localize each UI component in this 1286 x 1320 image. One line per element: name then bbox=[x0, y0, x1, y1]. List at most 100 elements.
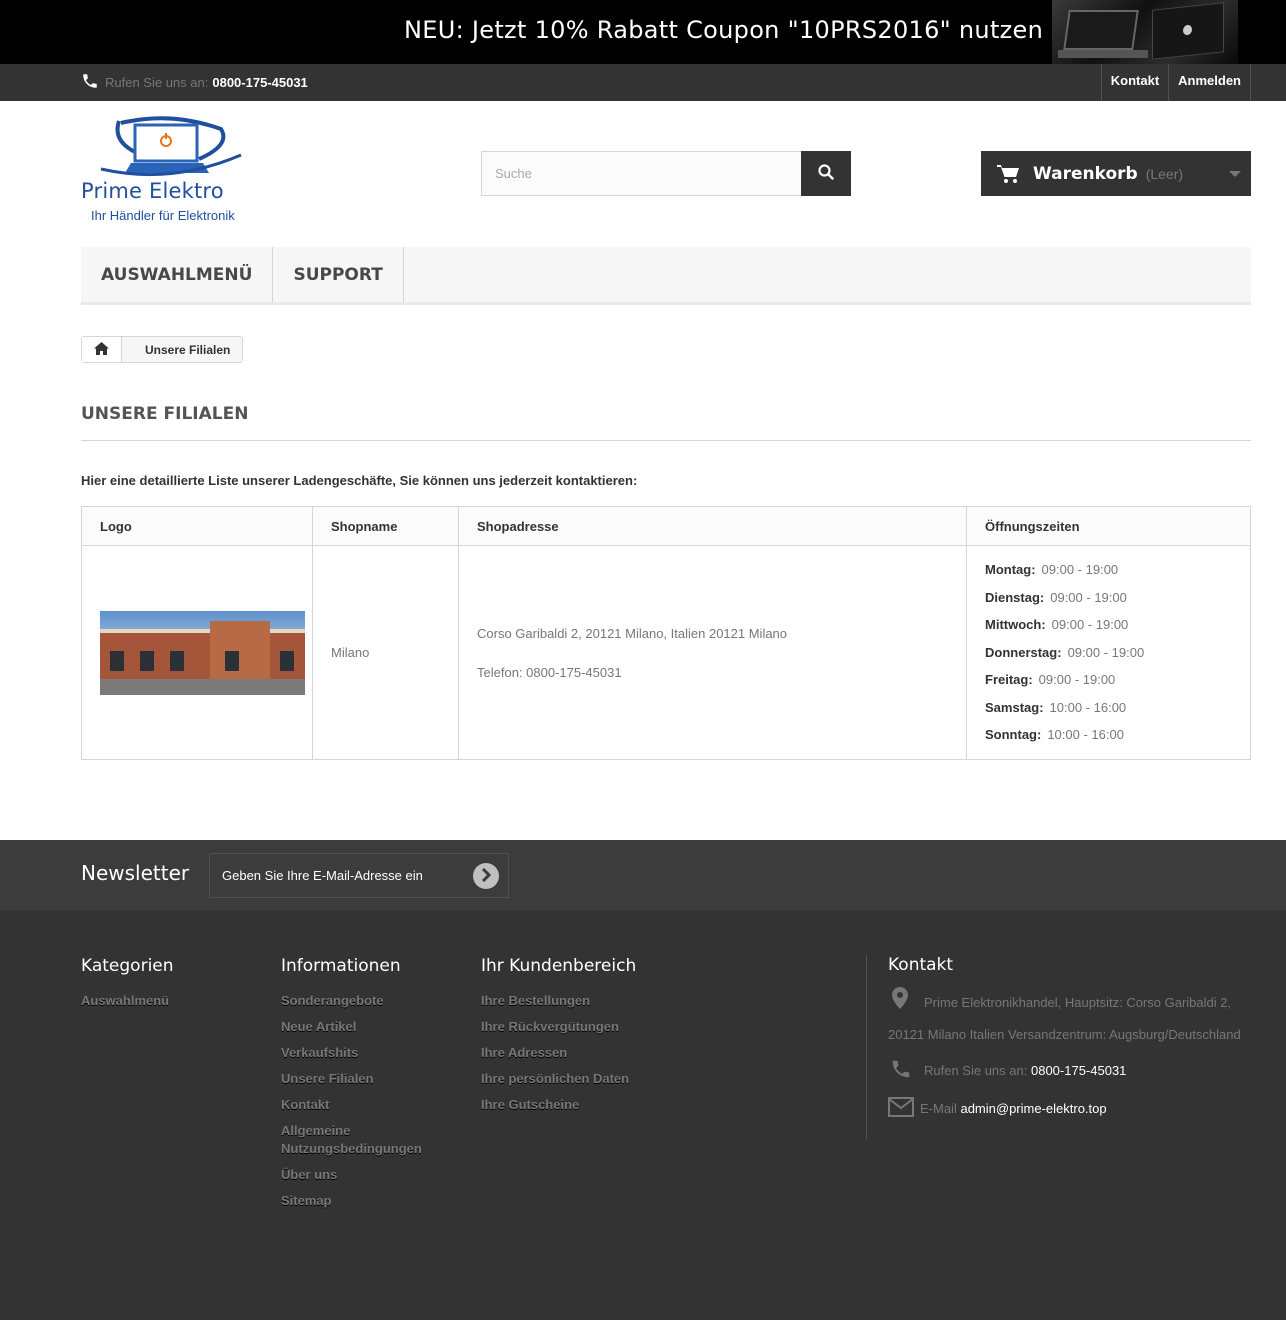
monitor-logo-icon bbox=[100, 116, 242, 177]
home-icon bbox=[94, 341, 109, 358]
map-marker-icon bbox=[888, 987, 924, 1020]
hours-day: Freitag: bbox=[985, 672, 1033, 688]
footer-link[interactable]: Unsere Filialen bbox=[281, 1066, 431, 1092]
column-header-logo: Logo bbox=[81, 506, 313, 546]
hours-day: Sonntag: bbox=[985, 727, 1042, 743]
footer-link[interactable]: Allgemeine Nutzungsbedingungen bbox=[281, 1118, 431, 1162]
page-title: UNSERE FILIALEN bbox=[81, 404, 249, 424]
hours-day: Montag: bbox=[985, 561, 1036, 577]
footer-information: Informationen Sonderangebote Neue Artike… bbox=[281, 956, 431, 1214]
top-nav: Rufen Sie uns an: 0800-175-45031 Kontakt… bbox=[0, 64, 1286, 101]
footer-phone: Rufen Sie uns an: 0800-175-45031 bbox=[888, 1058, 1246, 1083]
phone-icon bbox=[888, 1058, 924, 1083]
breadcrumb-current: Unsere Filialen bbox=[145, 342, 231, 357]
hours-row: Montag: 09:00 - 19:00 bbox=[985, 556, 1250, 584]
envelope-icon bbox=[888, 1097, 920, 1120]
footer-email-link[interactable]: admin@prime-elektro.top bbox=[960, 1101, 1106, 1116]
footer-email: E-Mail admin@prime-elektro.top bbox=[888, 1097, 1246, 1120]
promo-text: NEU: Jetzt 10% Rabatt Coupon "10PRS2016"… bbox=[404, 16, 1044, 44]
footer-link[interactable]: Sonderangebote bbox=[281, 988, 431, 1014]
footer-link[interactable]: Kontakt bbox=[281, 1092, 431, 1118]
hours-time: 09:00 - 19:00 bbox=[1067, 644, 1145, 660]
footer-link[interactable]: Ihre Bestellungen bbox=[481, 988, 636, 1014]
hours-day: Donnerstag: bbox=[985, 644, 1062, 660]
header-phone: Rufen Sie uns an: 0800-175-45031 bbox=[81, 72, 308, 93]
store-photo[interactable] bbox=[100, 610, 305, 695]
footer-link[interactable]: Ihre Rückvergütungen bbox=[481, 1014, 636, 1040]
main-menu: AUSWAHLMENÜ SUPPORT bbox=[81, 247, 1251, 305]
chevron-right-icon bbox=[480, 867, 492, 885]
address-line-2: 20121 Milano Italien Versandzentrum: Aug… bbox=[888, 1027, 1241, 1042]
cart-button[interactable]: Warenkorb (Leer) bbox=[981, 151, 1251, 196]
hours-row: Donnerstag: 09:00 - 19:00 bbox=[985, 639, 1250, 667]
footer-link[interactable]: Sitemap bbox=[281, 1188, 431, 1214]
store-address-cell: Corso Garibaldi 2, 20121 Milano, Italien… bbox=[458, 545, 967, 760]
address-line-1: Prime Elektronikhandel, Hauptsitz: Corso… bbox=[924, 994, 1232, 1010]
search-icon bbox=[818, 164, 834, 183]
newsletter-title: Newsletter bbox=[81, 861, 190, 885]
footer-account: Ihr Kundenbereich Ihre Bestellungen Ihre… bbox=[481, 956, 636, 1118]
footer-link[interactable]: Ihre Adressen bbox=[481, 1040, 636, 1066]
breadcrumb-home[interactable] bbox=[82, 337, 122, 362]
login-link[interactable]: Anmelden bbox=[1169, 64, 1251, 101]
footer-contact: Kontakt Prime Elektronikhandel, Hauptsit… bbox=[866, 955, 1246, 1140]
hours-row: Sonntag: 10:00 - 16:00 bbox=[985, 721, 1250, 749]
footer-link[interactable]: Ihre persönlichen Daten bbox=[481, 1066, 636, 1092]
cart-title: Warenkorb bbox=[1033, 163, 1138, 184]
footer-categories: Kategorien Auswahlmenü bbox=[81, 956, 174, 1014]
logo-name: Prime Elektro bbox=[81, 179, 224, 203]
search-button[interactable] bbox=[801, 151, 851, 196]
footer-link[interactable]: Über uns bbox=[281, 1162, 431, 1188]
store-name: Milano bbox=[312, 545, 459, 760]
footer-address: Prime Elektronikhandel, Hauptsitz: Corso… bbox=[888, 987, 1246, 1050]
phone-icon bbox=[81, 72, 99, 93]
footer-link[interactable]: Ihre Gutscheine bbox=[481, 1092, 636, 1118]
footer-information-title: Informationen bbox=[281, 956, 401, 976]
menu-item-auswahlmenu[interactable]: AUSWAHLMENÜ bbox=[81, 247, 274, 302]
hours-day: Samstag: bbox=[985, 699, 1044, 715]
column-header-hours: Öffnungszeiten bbox=[966, 506, 1251, 546]
divider bbox=[81, 440, 1251, 441]
hours-time: 09:00 - 19:00 bbox=[1050, 589, 1127, 605]
table-row: Milano Corso Garibaldi 2, 20121 Milano, … bbox=[81, 545, 1251, 760]
footer-link[interactable]: Auswahlmenü bbox=[81, 988, 174, 1014]
cart-icon bbox=[997, 164, 1021, 184]
hours-row: Samstag: 10:00 - 16:00 bbox=[985, 694, 1250, 722]
newsletter-bar: Newsletter bbox=[0, 840, 1286, 910]
footer: Kategorien Auswahlmenü Informationen Son… bbox=[0, 910, 1286, 1320]
menu-item-support[interactable]: SUPPORT bbox=[273, 247, 404, 302]
footer-contact-title: Kontakt bbox=[888, 955, 954, 975]
logo-tagline: Ihr Händler für Elektronik bbox=[91, 208, 235, 223]
footer-link[interactable]: Verkaufshits bbox=[281, 1040, 431, 1066]
hours-time: 09:00 - 19:00 bbox=[1038, 672, 1116, 688]
stores-table: Logo Shopname Shopadresse Öffnungszeiten… bbox=[81, 506, 1251, 760]
page-intro: Hier eine detaillierte Liste unserer Lad… bbox=[81, 473, 638, 488]
store-hours-cell: Montag: 09:00 - 19:00 Dienstag: 09:00 - 19… bbox=[966, 545, 1251, 760]
footer-email-label: E-Mail bbox=[920, 1101, 957, 1116]
footer-phone-number[interactable]: 0800-175-45031 bbox=[1031, 1063, 1126, 1078]
top-links: Kontakt Anmelden bbox=[1100, 64, 1251, 101]
hours-day: Dienstag: bbox=[985, 589, 1045, 605]
column-header-address: Shopadresse bbox=[458, 506, 967, 546]
store-logo-cell bbox=[81, 545, 313, 760]
breadcrumb: Unsere Filialen bbox=[81, 336, 244, 363]
newsletter-email-input[interactable] bbox=[209, 853, 509, 898]
hours-row: Dienstag: 09:00 - 19:00 bbox=[985, 584, 1250, 612]
search-input[interactable] bbox=[481, 151, 802, 196]
promo-banner[interactable]: NEU: Jetzt 10% Rabatt Coupon "10PRS2016"… bbox=[0, 0, 1286, 64]
hours-time: 09:00 - 19:00 bbox=[1041, 561, 1119, 577]
promo-laptop-image bbox=[1052, 0, 1238, 64]
contact-link[interactable]: Kontakt bbox=[1102, 64, 1170, 101]
footer-link[interactable]: Neue Artikel bbox=[281, 1014, 431, 1040]
table-header-row: Logo Shopname Shopadresse Öffnungszeiten bbox=[81, 506, 1251, 546]
newsletter-submit-button[interactable] bbox=[473, 863, 499, 889]
hours-day: Mittwoch: bbox=[985, 617, 1046, 633]
phone-label: Rufen Sie uns an: bbox=[105, 75, 209, 90]
column-header-shopname: Shopname bbox=[312, 506, 459, 546]
footer-account-title: Ihr Kundenbereich bbox=[481, 956, 637, 976]
footer-phone-label: Rufen Sie uns an: bbox=[924, 1063, 1028, 1078]
footer-categories-title: Kategorien bbox=[81, 956, 174, 976]
site-logo[interactable]: Prime Elektro Ihr Händler für Elektronik bbox=[81, 115, 261, 225]
hours-time: 09:00 - 19:00 bbox=[1051, 617, 1129, 633]
hours-time: 10:00 - 16:00 bbox=[1047, 727, 1124, 743]
